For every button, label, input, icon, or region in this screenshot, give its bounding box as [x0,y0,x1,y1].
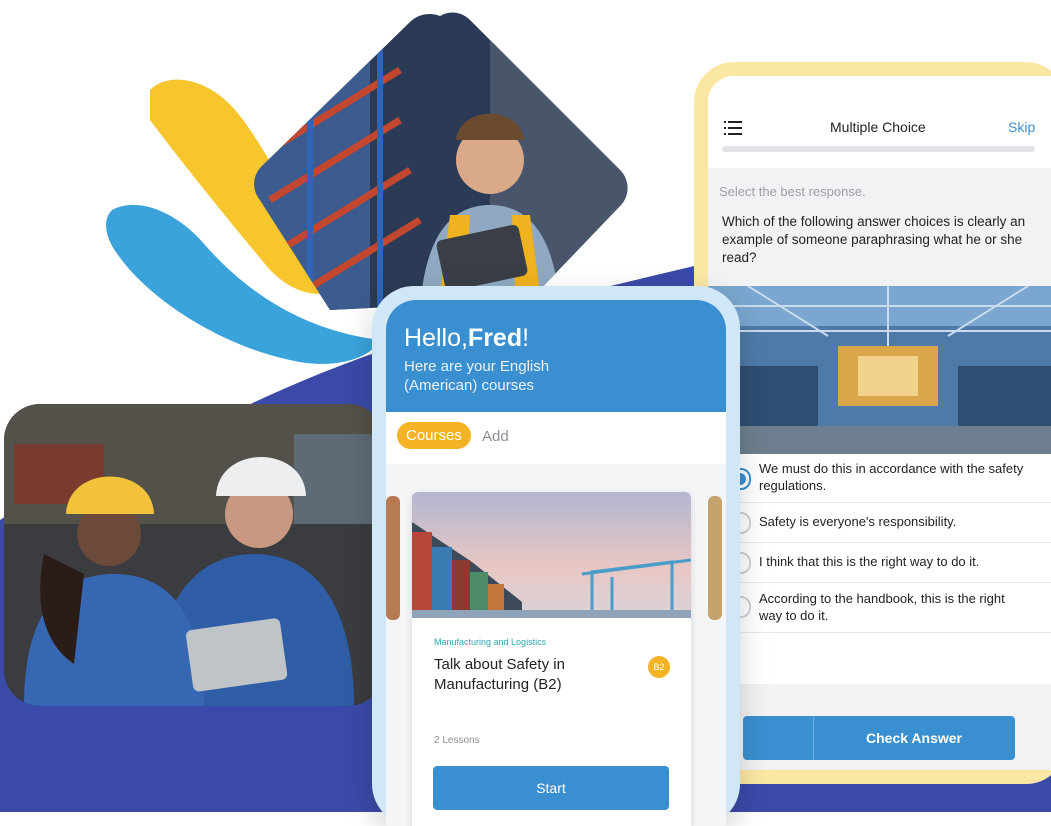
greeting-suffix: ! [522,324,530,352]
quiz-phone: Multiple Choice Skip Select the best res… [694,62,1051,784]
factory-photo [708,286,1051,454]
courses-screen: Hello,Fred! Here are your English (Ameri… [386,300,726,826]
courses-phone: Hello,Fred! Here are your English (Ameri… [372,286,740,826]
greeting-prefix: Hello, [404,324,468,352]
course-title: Talk about Safety in Manufacturing (B2) [434,656,565,693]
option-label: Safety is everyone's responsibility. [759,514,957,529]
previous-course-card[interactable] [386,496,400,620]
answer-option[interactable]: According to the handbook, this is the r… [708,582,1051,633]
lesson-count: 2 Lessons [434,735,480,746]
greeting-title: Hello,Fred! [404,324,529,353]
cargo-port-photo [412,492,691,618]
greeting-header: Hello,Fred! Here are your English (Ameri… [386,300,726,412]
option-label: We must do this in accordance with the s… [759,461,1024,493]
course-card[interactable]: Manufacturing and Logistics Talk about S… [412,492,691,826]
check-answer-label: Check Answer [866,730,962,746]
instruction-text: Select the best response. [719,184,866,199]
list-icon[interactable] [724,120,742,136]
workers-tablet-photo [4,404,384,706]
answer-option[interactable]: We must do this in accordance with the s… [708,454,1051,503]
option-label: According to the handbook, this is the r… [759,591,1005,623]
course-category: Manufacturing and Logistics [434,637,547,647]
quiz-screen: Multiple Choice Skip Select the best res… [708,76,1051,770]
quiz-title: Multiple Choice [830,119,926,135]
tab-courses[interactable]: Courses [397,422,471,449]
level-badge: B2 [648,656,670,678]
quiz-header: Multiple Choice Skip [708,76,1051,168]
option-label: I think that this is the right way to do… [759,554,980,569]
warehouse-worker-photo [250,10,630,310]
user-name: Fred [467,324,523,352]
tab-add[interactable]: Add [482,428,509,445]
question-text: Which of the following answer choices is… [722,214,1026,265]
check-answer-button[interactable]: Check Answer [743,716,1015,760]
greeting-subtitle: Here are your English (American) courses [404,358,550,394]
start-button[interactable]: Start [433,766,669,810]
answer-option[interactable]: Safety is everyone's responsibility. [708,502,1051,543]
answer-option[interactable]: I think that this is the right way to do… [708,542,1051,583]
answer-options: We must do this in accordance with the s… [708,454,1051,684]
tab-bar: Courses Add [386,412,726,464]
skip-button[interactable]: Skip [1008,119,1035,135]
next-course-card[interactable] [708,496,722,620]
progress-bar [722,146,1035,152]
